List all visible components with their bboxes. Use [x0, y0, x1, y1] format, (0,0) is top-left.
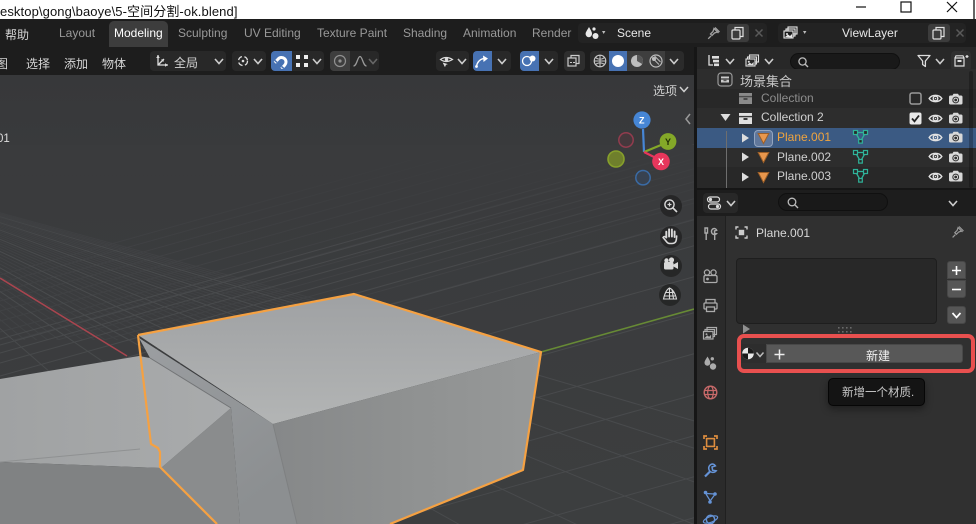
svg-text:Z: Z — [639, 116, 645, 126]
svg-text:X: X — [658, 157, 664, 167]
svg-text:01: 01 — [0, 133, 10, 145]
svg-text:Y: Y — [665, 137, 671, 147]
svg-text:选项: 选项 — [653, 84, 677, 98]
